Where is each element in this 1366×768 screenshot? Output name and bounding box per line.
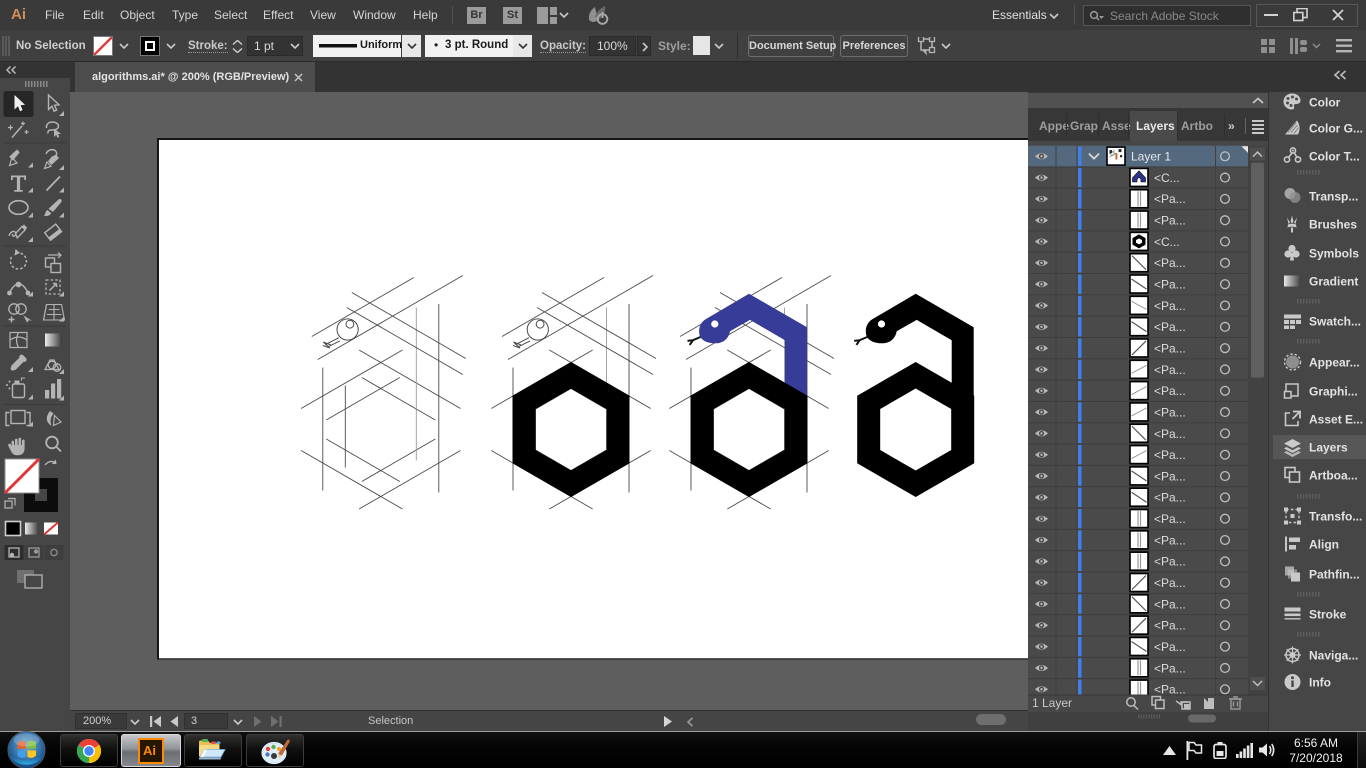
svg-text:Brushes: Brushes (1309, 218, 1357, 232)
svg-text:<Pa...: <Pa... (1154, 384, 1186, 398)
svg-text:Grap: Grap (1070, 119, 1098, 133)
svg-text:Gradient: Gradient (1309, 275, 1358, 289)
svg-text:»: » (1228, 119, 1235, 133)
svg-text:Artboa...: Artboa... (1309, 469, 1358, 483)
svg-text:Swatch...: Swatch... (1309, 315, 1361, 329)
svg-text:Align: Align (1309, 538, 1339, 552)
svg-text:<Pa...: <Pa... (1154, 448, 1186, 462)
svg-text:<C...: <C... (1154, 171, 1180, 185)
svg-text:Layer 1: Layer 1 (1131, 150, 1171, 164)
svg-text:Appe: Appe (1039, 119, 1069, 133)
svg-text:<Pa...: <Pa... (1154, 597, 1186, 611)
svg-text:Color G...: Color G... (1309, 122, 1363, 136)
svg-text:<Pa...: <Pa... (1154, 299, 1186, 313)
svg-text:<Pa...: <Pa... (1154, 341, 1186, 355)
svg-text:Graphi...: Graphi... (1309, 385, 1358, 399)
svg-text:Asse: Asse (1102, 119, 1131, 133)
svg-text:Appear...: Appear... (1309, 356, 1360, 370)
svg-text:Stroke: Stroke (1309, 608, 1347, 622)
svg-text:<Pa...: <Pa... (1154, 320, 1186, 334)
svg-text:Asset E...: Asset E... (1309, 413, 1363, 427)
svg-text:Layers: Layers (1136, 119, 1175, 133)
svg-text:<Pa...: <Pa... (1154, 533, 1186, 547)
svg-text:Symbols: Symbols (1309, 247, 1359, 261)
svg-text:Artbo: Artbo (1181, 119, 1213, 133)
svg-text:Info: Info (1309, 676, 1331, 690)
svg-text:<Pa...: <Pa... (1154, 555, 1186, 569)
svg-text:<Pa...: <Pa... (1154, 661, 1186, 675)
svg-text:Naviga...: Naviga... (1309, 649, 1358, 663)
svg-text:<Pa...: <Pa... (1154, 576, 1186, 590)
svg-text:Transp...: Transp... (1309, 190, 1358, 204)
svg-text:<Pa...: <Pa... (1154, 640, 1186, 654)
svg-text:<C...: <C... (1154, 235, 1180, 249)
svg-text:<Pa...: <Pa... (1154, 278, 1186, 292)
svg-text:<Pa...: <Pa... (1154, 619, 1186, 633)
svg-text:Pathfin...: Pathfin... (1309, 568, 1360, 582)
svg-text:Color T...: Color T... (1309, 150, 1360, 164)
svg-text:Layers: Layers (1309, 441, 1348, 455)
svg-text:<Pa...: <Pa... (1154, 256, 1186, 270)
svg-text:<Pa...: <Pa... (1154, 427, 1186, 441)
svg-text:Transfo...: Transfo... (1309, 510, 1362, 524)
svg-text:<Pa...: <Pa... (1154, 405, 1186, 419)
svg-text:Color: Color (1309, 96, 1341, 110)
svg-text:<Pa...: <Pa... (1154, 469, 1186, 483)
svg-text:<Pa...: <Pa... (1154, 512, 1186, 526)
svg-text:<Pa...: <Pa... (1154, 192, 1186, 206)
svg-text:<Pa...: <Pa... (1154, 491, 1186, 505)
svg-text:1 Layer: 1 Layer (1032, 696, 1072, 710)
svg-text:<Pa...: <Pa... (1154, 214, 1186, 228)
svg-text:<Pa...: <Pa... (1154, 363, 1186, 377)
